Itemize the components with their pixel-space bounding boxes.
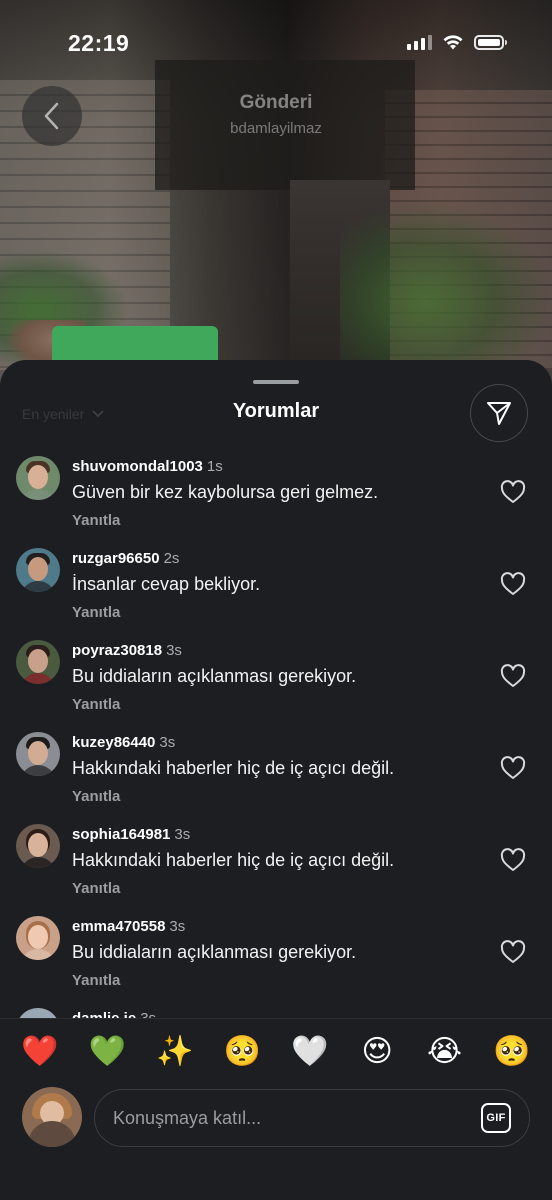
- wifi-icon: [443, 35, 463, 50]
- avatar[interactable]: [16, 456, 60, 500]
- quick-emoji-bar: ❤️ 💚 ✨ 🥺 🤍 😍 😭 🥺: [0, 1031, 552, 1075]
- comment-time: 1s: [206, 458, 223, 475]
- emoji-sparkles[interactable]: ✨: [155, 1031, 195, 1071]
- avatar[interactable]: [16, 824, 60, 868]
- reply-button[interactable]: Yanıtla: [72, 604, 120, 621]
- comment-item: ruzgar96650 2s İnsanlar cevap bekliyor. Y…: [0, 548, 552, 640]
- comment-time: 3s: [166, 642, 182, 659]
- comment-input[interactable]: [111, 1106, 455, 1130]
- battery-icon: [474, 34, 507, 50]
- comment-item: poyraz30818 3s Bu iddiaların açıklanması …: [0, 640, 552, 732]
- comment-username[interactable]: ruzgar96650: [72, 550, 160, 567]
- gif-button[interactable]: GIF: [481, 1103, 511, 1133]
- status-bar: 22:19: [0, 0, 552, 90]
- my-avatar: [22, 1087, 82, 1147]
- heart-icon[interactable]: [500, 572, 526, 596]
- post-title: Gönderi: [239, 92, 313, 113]
- emoji-white-heart[interactable]: 🤍: [290, 1031, 330, 1071]
- avatar[interactable]: [16, 916, 60, 960]
- share-button[interactable]: [470, 384, 528, 442]
- emoji-pleading-face[interactable]: 🥺: [222, 1031, 262, 1071]
- comment-text: Bu iddiaların açıklanması gerekiyor.: [72, 666, 357, 686]
- emoji-crying-face[interactable]: 😭: [425, 1031, 465, 1071]
- comment-time: 3s: [169, 918, 186, 935]
- comment-username[interactable]: kuzey86440: [72, 734, 155, 751]
- heart-icon[interactable]: [500, 848, 526, 872]
- sheet-grabber-handle[interactable]: [253, 380, 299, 384]
- comment-list: shuvomondal1003 1s Güven bir kez kaybolur…: [0, 456, 552, 1100]
- comment-username[interactable]: shuvomondal1003: [72, 458, 203, 475]
- comment-username[interactable]: emma470558: [72, 918, 165, 935]
- emoji-red-heart[interactable]: ❤️: [20, 1031, 60, 1071]
- comment-username[interactable]: sophia164981: [72, 826, 170, 843]
- comment-text: Bu iddiaların açıklanması gerekiyor.: [72, 942, 357, 962]
- heart-icon[interactable]: [500, 940, 526, 964]
- cellular-signal-icon: [407, 34, 432, 50]
- status-time: 22:19: [68, 30, 130, 56]
- emoji-green-heart[interactable]: 💚: [87, 1031, 127, 1071]
- reply-button[interactable]: Yanıtla: [72, 880, 120, 897]
- emoji-heart-eyes[interactable]: 😍: [357, 1031, 397, 1071]
- comment-time: 3s: [159, 734, 176, 751]
- comment-item: emma470558 3s Bu iddiaların açıklanması g…: [0, 916, 552, 1008]
- comment-item: shuvomondal1003 1s Güven bir kez kaybolur…: [0, 456, 552, 548]
- comment-text: Hakkındaki haberler hiç de iç açıcı deği…: [72, 850, 395, 870]
- comment-text: Güven bir kez kaybolursa geri gelmez.: [72, 482, 379, 502]
- post-header: Gönderi bdamlayilmaz: [0, 92, 552, 137]
- reply-button[interactable]: Yanıtla: [72, 972, 120, 989]
- backdrop-plants-right: [340, 200, 552, 370]
- comment-input-box[interactable]: GIF: [94, 1089, 530, 1147]
- comment-text: Hakkındaki haberler hiç de iç açıcı deği…: [72, 758, 395, 778]
- comment-item: sophia164981 3s Hakkındaki haberler hiç d…: [0, 824, 552, 916]
- status-icons: [407, 34, 507, 50]
- heart-icon[interactable]: [500, 664, 526, 688]
- send-icon: [487, 402, 511, 425]
- heart-icon[interactable]: [500, 756, 526, 780]
- avatar[interactable]: [16, 640, 60, 684]
- comments-sheet: En yeniler Yorumlar shuvomondal1003 1s Gü…: [0, 360, 552, 1200]
- avatar[interactable]: [16, 548, 60, 592]
- comment-item: kuzey86440 3s Hakkındaki haberler hiç de …: [0, 732, 552, 824]
- reply-button[interactable]: Yanıtla: [72, 696, 120, 713]
- comment-time: 2s: [163, 550, 180, 567]
- avatar[interactable]: [16, 732, 60, 776]
- comment-composer: ❤️ 💚 ✨ 🥺 🤍 😍 😭 🥺 GIF: [0, 1018, 552, 1200]
- comment-time: 3s: [174, 826, 191, 843]
- comment-username[interactable]: poyraz30818: [72, 642, 162, 659]
- comment-text: İnsanlar cevap bekliyor.: [72, 574, 261, 594]
- reply-button[interactable]: Yanıtla: [72, 512, 120, 529]
- heart-icon[interactable]: [500, 480, 526, 504]
- post-username[interactable]: bdamlayilmaz: [0, 120, 552, 137]
- emoji-pleading-face[interactable]: 🥺: [492, 1031, 532, 1071]
- reply-button[interactable]: Yanıtla: [72, 788, 120, 805]
